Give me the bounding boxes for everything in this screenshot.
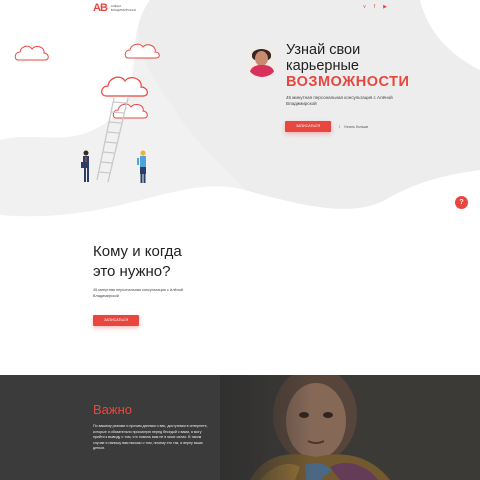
important-title: Важно [93, 402, 133, 417]
social-links: v f ▶ [363, 4, 387, 10]
hero-title: Узнай свои карьерные ВОЗМОЖНОСТИ [286, 42, 409, 90]
facebook-icon[interactable]: f [374, 4, 375, 10]
learn-more-link[interactable]: ↓ Узнать больше [338, 124, 368, 130]
who-subtitle: 45 минутная персональная консультация с … [93, 288, 183, 298]
logo-mark: AB [93, 2, 108, 14]
avatar [246, 45, 278, 77]
arrow-down-icon: ↓ [338, 124, 341, 130]
help-button[interactable]: ? [455, 196, 468, 209]
logo-line-2: Владимирская [110, 7, 136, 12]
hero-subtitle: 45 минутная персональная консультация с … [286, 95, 393, 106]
youtube-icon[interactable]: ▶ [383, 4, 387, 10]
hero-illustration [0, 0, 480, 217]
learn-more-label: Узнать больше [344, 125, 369, 129]
portrait-photo [220, 375, 480, 480]
logo-caption: Алёна Владимирская [110, 4, 136, 12]
signup-button[interactable]: Записаться [285, 121, 331, 132]
who-title-line-1: Кому и когда [93, 243, 182, 260]
who-title: Кому и когда это нужно? [93, 242, 182, 282]
page: AB Алёна Владимирская v f ▶ Узнай свои к… [0, 0, 480, 480]
important-section [0, 375, 480, 480]
hero-title-line-2: карьерные [286, 58, 359, 74]
who-title-line-2: это нужно? [93, 263, 171, 280]
logo[interactable]: AB Алёна Владимирская [93, 3, 136, 14]
vk-icon[interactable]: v [363, 4, 366, 10]
hero-title-line-1: Узнай свои [286, 42, 361, 58]
important-text: По вашему резюме и прочим данным о вас, … [93, 424, 208, 451]
who-signup-button[interactable]: Записаться [93, 315, 139, 326]
hero-title-accent: ВОЗМОЖНОСТИ [286, 74, 410, 90]
